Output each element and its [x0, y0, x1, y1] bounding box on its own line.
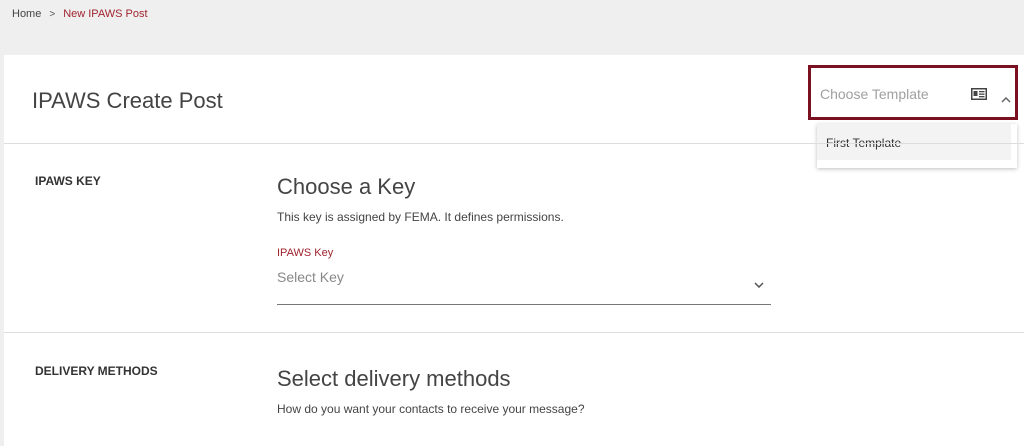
page-title: IPAWS Create Post [32, 88, 223, 113]
ipaws-key-field-label: IPAWS Key [277, 247, 334, 259]
chevron-up-icon [1001, 97, 1011, 103]
choose-key-description: This key is assigned by FEMA. It defines… [277, 210, 564, 224]
template-option[interactable]: First Template [817, 124, 1011, 160]
choose-key-heading: Choose a Key [277, 174, 416, 199]
section-divider [4, 332, 1024, 333]
chevron-down-icon [754, 282, 764, 288]
breadcrumb-current: New IPAWS Post [63, 8, 148, 20]
delivery-methods-section-label: DELIVERY METHODS [35, 364, 158, 378]
ipaws-key-section-label: IPAWS KEY [35, 174, 101, 188]
breadcrumb: Home > New IPAWS Post [12, 8, 148, 20]
select-key-placeholder: Select Key [277, 269, 344, 285]
breadcrumb-home[interactable]: Home [12, 8, 41, 20]
template-dropdown-menu: First Template [817, 124, 1017, 168]
create-post-card: IPAWS Create Post Choose Template First … [4, 55, 1024, 446]
choose-template-select[interactable]: Choose Template [808, 65, 1018, 120]
id-card-icon [971, 88, 987, 100]
ipaws-key-select[interactable]: Select Key [277, 267, 771, 305]
header-divider [4, 143, 1024, 144]
delivery-methods-description: How do you want your contacts to receive… [277, 402, 585, 416]
choose-template-placeholder: Choose Template [820, 86, 929, 102]
delivery-methods-heading: Select delivery methods [277, 366, 511, 391]
breadcrumb-separator: > [49, 8, 56, 20]
